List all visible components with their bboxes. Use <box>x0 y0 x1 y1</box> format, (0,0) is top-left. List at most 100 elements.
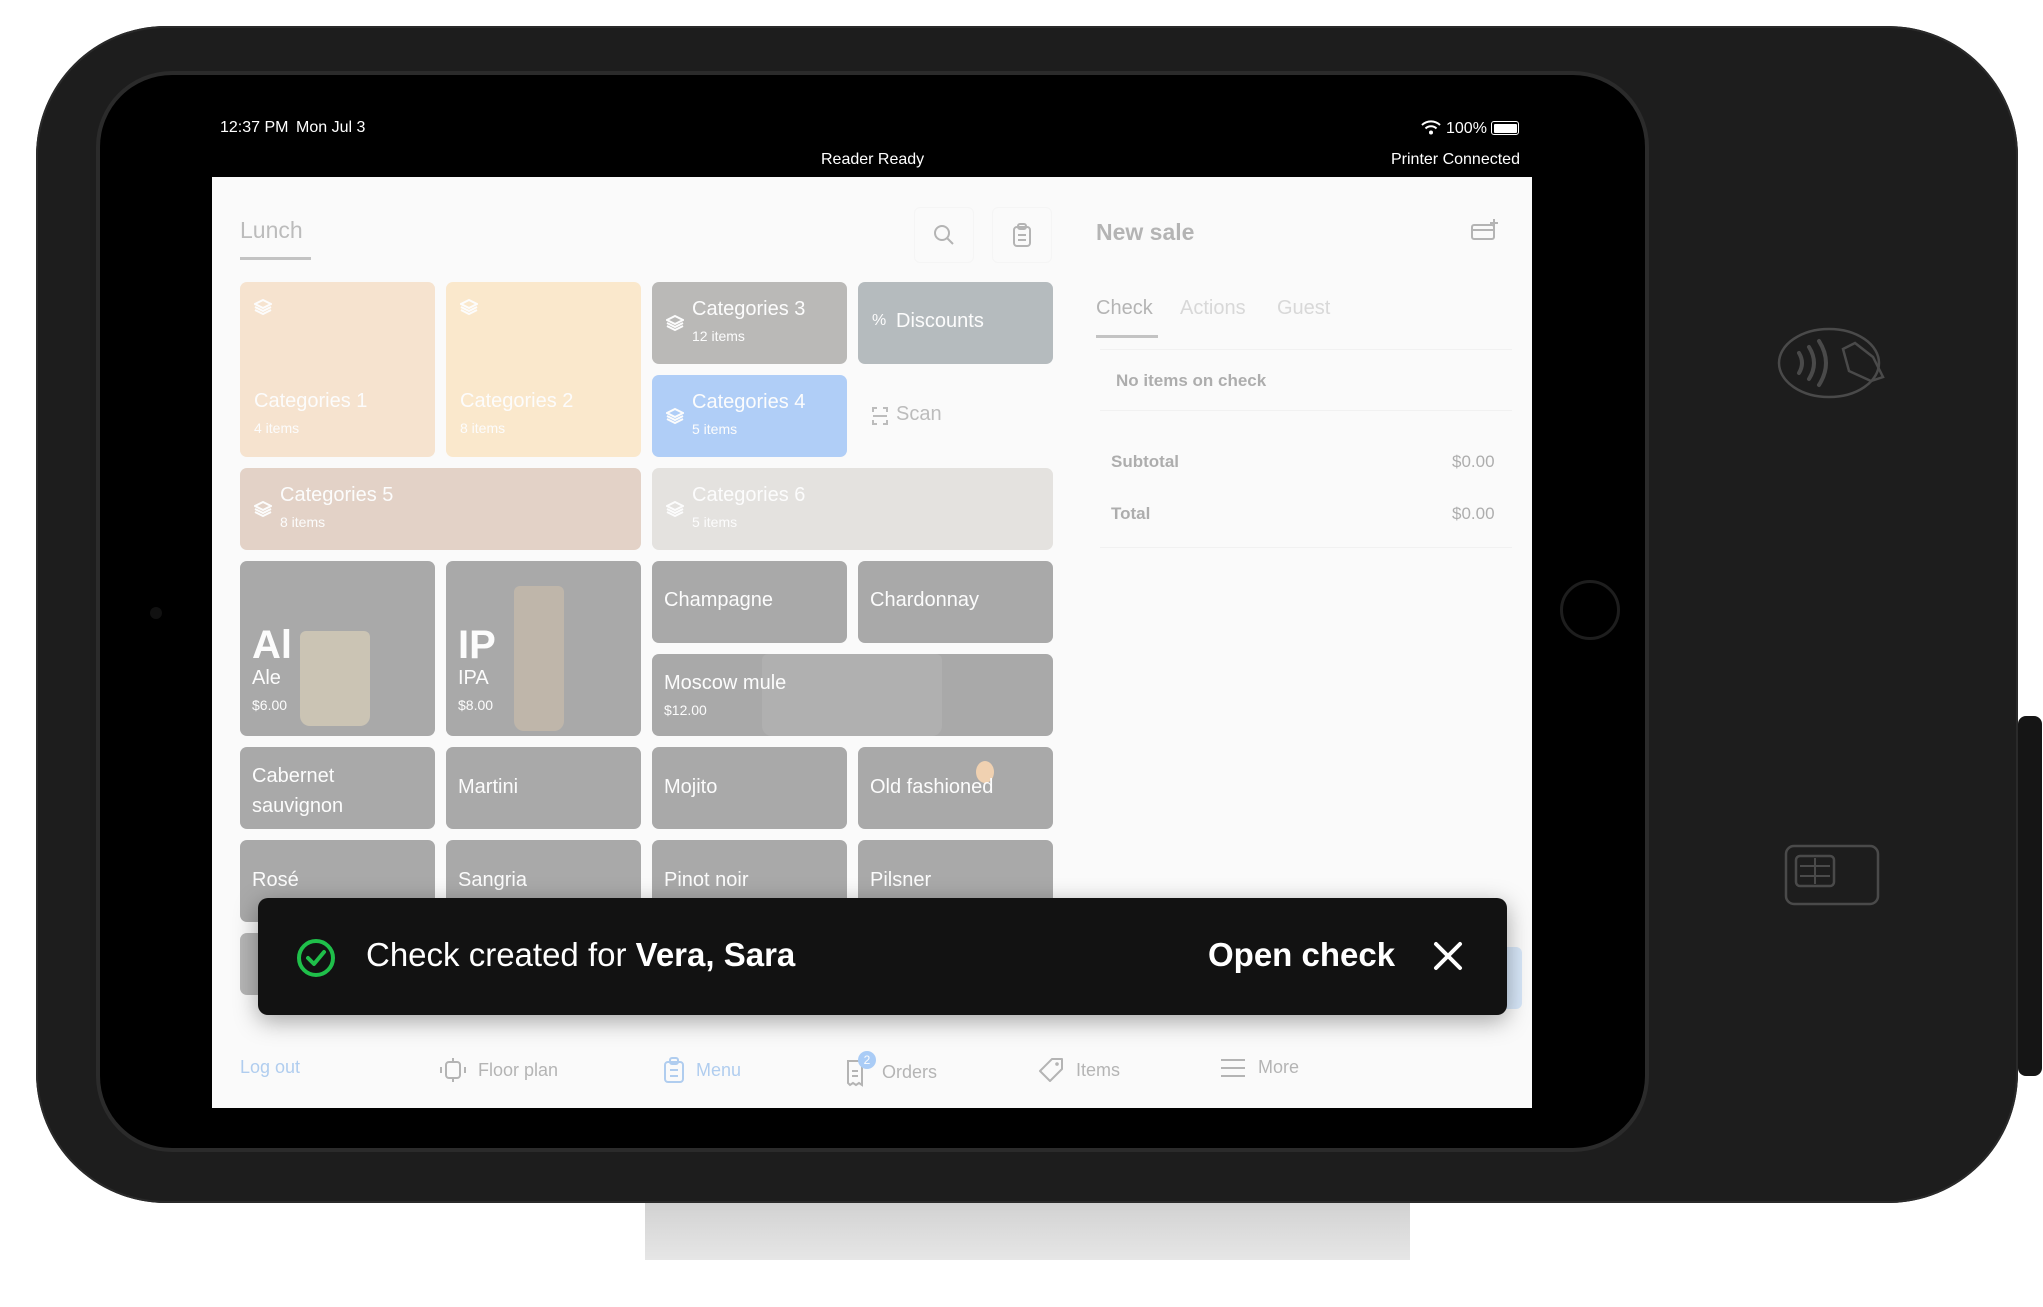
scan-label: Scan <box>896 403 942 425</box>
search-icon <box>934 225 954 245</box>
printer-status: Printer Connected <box>1391 151 1520 168</box>
scan-tile[interactable]: Scan <box>858 375 1053 457</box>
battery-icon <box>1491 121 1519 135</box>
discounts-tile[interactable]: % Discounts <box>858 282 1053 364</box>
nav-log-out[interactable]: Log out <box>240 1057 300 1078</box>
discounts-label: Discounts <box>896 310 984 332</box>
nav-menu[interactable]: Menu <box>664 1057 741 1083</box>
product-image <box>762 654 942 736</box>
nav-label: Menu <box>696 1059 742 1080</box>
open-check-button[interactable]: Open check <box>1208 936 1395 974</box>
category-tile-4[interactable]: Categories 4 5 items <box>652 375 847 457</box>
tab-check[interactable]: Check <box>1096 297 1153 320</box>
wifi-icon <box>1421 120 1441 135</box>
category-count: 4 items <box>254 420 300 436</box>
success-check-icon <box>297 939 335 977</box>
chip-card-icon <box>1784 844 1880 906</box>
floor-plan-icon <box>440 1058 466 1082</box>
subtotal-label: Subtotal <box>1111 452 1179 471</box>
stack-icon <box>666 314 684 332</box>
menu-title-tab[interactable]: Lunch <box>240 217 303 244</box>
nav-label: Items <box>1076 1059 1121 1080</box>
stack-icon <box>254 500 272 518</box>
product-price: $6.00 <box>252 697 288 713</box>
category-tile-6[interactable]: Categories 6 5 items <box>652 468 1053 550</box>
search-button[interactable] <box>914 207 974 263</box>
product-tile-ale[interactable]: Al Ale $6.00 <box>240 561 435 736</box>
new-check-icon[interactable] <box>1470 217 1500 241</box>
product-image <box>514 586 564 731</box>
status-date: Mon Jul 3 <box>296 119 366 136</box>
card-swipe-slot <box>2018 716 2042 1076</box>
check-panel-title: New sale <box>1096 219 1195 245</box>
tab-check-indicator <box>1096 335 1158 338</box>
category-tile-2[interactable]: Categories 2 8 items <box>446 282 641 457</box>
close-icon[interactable] <box>1428 936 1468 976</box>
nav-label: More <box>1258 1057 1300 1077</box>
clipboard-button[interactable] <box>992 207 1052 263</box>
nav-items[interactable]: Items <box>1038 1057 1120 1083</box>
subtotal-value: $0.00 <box>1452 452 1495 471</box>
category-tile-3[interactable]: Categories 3 12 items <box>652 282 847 364</box>
nav-orders[interactable]: 2 Orders <box>846 1051 938 1087</box>
home-button[interactable] <box>1560 580 1620 640</box>
stack-icon <box>666 500 684 518</box>
product-label: Pinot noir <box>664 869 749 891</box>
category-count: 8 items <box>280 514 326 530</box>
nav-more[interactable]: More <box>1220 1057 1299 1078</box>
product-image <box>300 631 370 726</box>
product-label: Pilsner <box>870 869 932 891</box>
orders-badge: 2 <box>858 1051 876 1069</box>
menu-icon <box>664 1057 684 1083</box>
toast-message-prefix: Check created for <box>366 936 636 973</box>
product-tile-chardonnay[interactable]: Chardonnay <box>858 561 1053 643</box>
orders-icon-wrap: 2 <box>846 1051 876 1087</box>
tag-icon <box>1039 1058 1063 1082</box>
clipboard-icon <box>1013 223 1031 247</box>
scan-icon <box>872 407 888 425</box>
category-count: 12 items <box>692 328 745 344</box>
nav-label: Orders <box>882 1061 938 1082</box>
product-price: $12.00 <box>664 702 707 718</box>
product-tile-old-fashioned[interactable]: Old fashioned <box>858 747 1053 829</box>
nav-floor-plan[interactable]: Floor plan <box>440 1057 558 1083</box>
category-label: Categories 1 <box>254 390 368 412</box>
product-tile-mojito[interactable]: Mojito <box>652 747 847 829</box>
product-tile-champagne[interactable]: Champagne <box>652 561 847 643</box>
category-label: Categories 6 <box>692 484 806 506</box>
product-abbr: IP <box>458 623 496 667</box>
product-label: Martini <box>458 776 519 798</box>
product-label: Sangria <box>458 869 527 891</box>
category-label: Categories 2 <box>460 390 574 412</box>
tabs-divider <box>1100 349 1512 350</box>
product-abbr: Al <box>252 623 292 667</box>
empty-check-message: No items on check <box>1116 371 1267 390</box>
product-label: Cabernet sauvignon <box>252 765 344 817</box>
toast-guest-name: Vera, Sara <box>635 936 796 973</box>
product-price: $8.00 <box>458 697 494 713</box>
toast-message: Check created for Vera, Sara <box>366 936 795 974</box>
category-count: 5 items <box>692 514 738 530</box>
total-value: $0.00 <box>1452 504 1495 523</box>
totals-divider <box>1100 547 1512 548</box>
battery-percent: 100% <box>1446 120 1487 137</box>
tab-guest[interactable]: Guest <box>1277 297 1330 320</box>
category-label: Categories 5 <box>280 484 394 506</box>
category-count: 8 items <box>460 420 506 436</box>
product-tile-ipa[interactable]: IP IPA $8.00 <box>446 561 641 736</box>
front-camera <box>150 607 162 619</box>
tab-actions[interactable]: Actions <box>1180 297 1246 320</box>
product-tile-cabernet[interactable]: Cabernet sauvignon <box>240 747 435 829</box>
pos-terminal-scene: 12:37 PM Mon Jul 3 100% Reader Ready Pri… <box>0 0 2043 1307</box>
check-created-toast: Check created for Vera, Sara Open check <box>258 898 1507 1015</box>
product-label: Mojito <box>664 776 718 798</box>
category-tile-5[interactable]: Categories 5 8 items <box>240 468 641 550</box>
stack-icon <box>666 407 684 425</box>
product-tile-martini[interactable]: Martini <box>446 747 641 829</box>
category-label: Categories 3 <box>692 298 806 320</box>
reader-status: Reader Ready <box>821 151 925 168</box>
menu-tab-indicator <box>240 257 311 260</box>
product-tile-moscow-mule[interactable]: Moscow mule $12.00 <box>652 654 1053 736</box>
category-tile-1[interactable]: Categories 1 4 items <box>240 282 435 457</box>
product-label: Champagne <box>664 589 773 611</box>
